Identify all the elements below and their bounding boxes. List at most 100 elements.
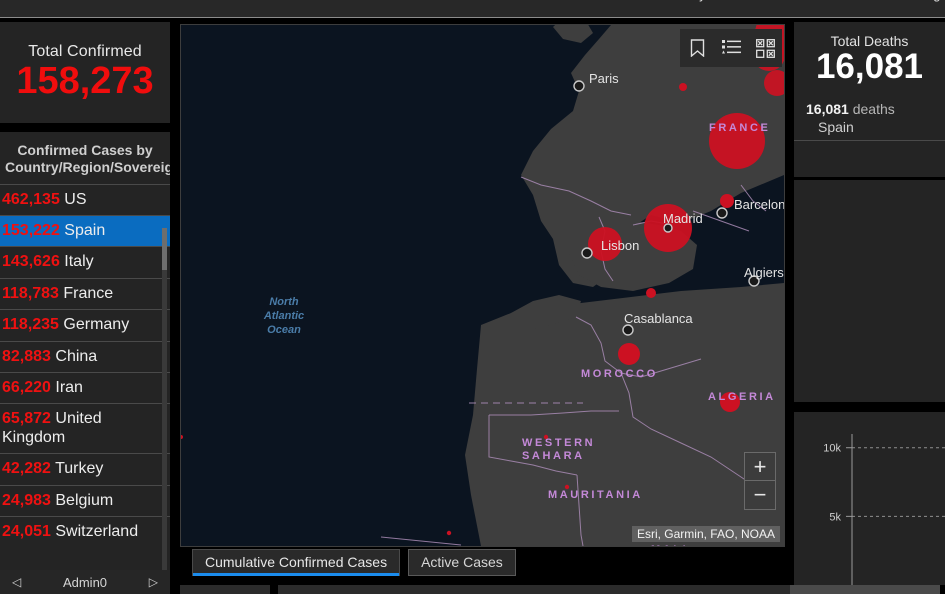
total-deaths-label: Total Deaths [830, 33, 909, 49]
country-list[interactable]: 462,135 US 153,222 Spain 143,626 Italy 118,… [0, 183, 170, 548]
country-case-count: 24,983 [2, 491, 51, 509]
confirmed-cases-list-panel: Confirmed Cases by Country/Region/Sovere… [0, 132, 170, 572]
deaths-trend-chart: 10k 5k [794, 412, 945, 585]
map-country-label: MOROCCO [581, 368, 658, 380]
total-deaths-detail: 16,081 deaths Spain [794, 86, 945, 136]
deaths-panel-divider [794, 140, 945, 141]
total-confirmed-panel: Total Confirmed 158,273 [0, 22, 170, 123]
map-ocean-label-line: North [269, 296, 299, 308]
topbar-divider [0, 17, 945, 18]
chart-y-tick-labels: 10k 5k [823, 443, 841, 524]
country-list-scrollbar-thumb[interactable] [162, 228, 167, 270]
map-country-label: WESTERN [522, 437, 595, 449]
map-zoom-controls[interactable]: + − [744, 452, 776, 510]
country-name: China [50, 347, 98, 365]
map-city-label: Algiers [744, 265, 784, 280]
country-name: France [58, 284, 114, 302]
chart-y-tick-label: 5k [829, 511, 841, 523]
country-list-item[interactable]: 118,783 France [0, 277, 170, 310]
map-country-label: FRANCE [709, 122, 770, 134]
map-city-label: Madrid [663, 211, 703, 226]
chart-y-tick-label: 10k [823, 443, 841, 455]
map-country-label: MAURITANIA [548, 489, 643, 501]
country-list-item[interactable]: 82,883 China [0, 340, 170, 372]
map-attribution: Esri, Garmin, FAO, NOAA [631, 526, 780, 542]
map-country-label: SAHARA [522, 450, 585, 462]
country-list-item[interactable]: 24,983 Belgium [0, 484, 170, 516]
right-panel-gap [794, 402, 945, 412]
country-case-count: 153,222 [2, 221, 60, 239]
map-ocean-label-line: Ocean [267, 324, 301, 336]
country-name: Spain [59, 221, 106, 239]
topbar-fragment-one: Cumulative [460, 0, 525, 2]
country-case-count: 118,235 [2, 316, 59, 334]
chart-gridlines [846, 447, 945, 517]
country-case-count: 82,883 [2, 347, 51, 365]
country-list-item[interactable]: 462,135 US [0, 183, 170, 215]
bookmark-icon[interactable] [684, 35, 710, 61]
country-list-item[interactable]: 24,051 Switzerland [0, 515, 170, 548]
zoom-out-button[interactable]: − [745, 481, 775, 509]
country-list-item[interactable]: 153,222 Spain [0, 214, 170, 247]
map-city-label: Lisbon [601, 238, 639, 253]
deaths-detail-region: Spain [818, 118, 854, 135]
country-name: Belgium [50, 491, 114, 509]
chart-canvas: 10k 5k [823, 434, 945, 585]
dashboard-root: COVID-19 Dashboard Cumulative Summary Se… [0, 0, 945, 594]
total-deaths-panel: Total Deaths 16,081 16,081 deaths Spain [794, 22, 945, 177]
topbar-fragment-title: COVID-19 Dashboard [8, 0, 135, 2]
confirmed-cases-list-title: Confirmed Cases by Country/Region/Sovere… [5, 142, 170, 175]
legend-list-icon[interactable] [718, 35, 744, 61]
topbar-fragment-three: Settings [900, 0, 945, 2]
triangle-right-icon[interactable]: ▷ [149, 575, 158, 589]
deaths-detail-word: deaths [852, 100, 895, 117]
country-list-item[interactable]: 66,220 Iran [0, 371, 170, 404]
topbar-fragment-two: Summary [650, 0, 706, 2]
country-name: Turkey [50, 460, 104, 478]
admin-level-label: Admin0 [62, 574, 108, 590]
map-city-label: Casablanca [624, 311, 693, 326]
country-name: Switzerland [50, 522, 139, 540]
country-list-scrollbar-track[interactable] [162, 228, 167, 572]
right-empty-panel [794, 180, 945, 410]
country-case-count: 65,872 [2, 410, 51, 428]
map-country-label: MALI [651, 544, 688, 546]
country-case-count: 118,783 [2, 284, 59, 302]
country-list-item[interactable]: 65,872 United Kingdom [0, 403, 170, 454]
country-case-count: 66,220 [2, 378, 51, 396]
country-name: US [59, 190, 87, 208]
admin-level-bar: ◁ Admin0 ▷ [0, 570, 170, 594]
country-name: Iran [50, 378, 83, 396]
map-city-label: Barcelona [734, 197, 784, 212]
total-confirmed-value: 158,273 [16, 60, 154, 103]
country-name: Italy [59, 253, 94, 271]
bottom-strip-left [180, 585, 270, 594]
total-confirmed-label: Total Confirmed [28, 43, 142, 61]
country-case-count: 143,626 [2, 253, 60, 271]
country-case-count: 42,282 [2, 460, 51, 478]
total-deaths-value: 16,081 [815, 47, 924, 86]
browser-top-bar: COVID-19 Dashboard Cumulative Summary Se… [0, 0, 945, 18]
map-canvas[interactable]: FRANCE MOROCCO ALGERIA WESTERNSAHARA MAURITA… [181, 25, 784, 546]
country-case-count: 462,135 [2, 190, 60, 208]
bottom-strip-center [278, 585, 798, 594]
deaths-detail-count: 16,081 [806, 100, 849, 117]
map-tab-bar[interactable]: Cumulative Confirmed Cases Active Cases [192, 549, 516, 576]
left-sidebar: Total Confirmed 158,273 Confirmed Cases … [0, 22, 170, 594]
expand-grid-icon[interactable] [752, 35, 778, 61]
map-view[interactable]: FRANCE MOROCCO ALGERIA WESTERN SAHARA MAURITA… [180, 24, 785, 547]
map-toolbar[interactable] [680, 29, 782, 67]
map-ocean-label-line: Atlantic [263, 310, 304, 322]
map-tab[interactable]: Cumulative Confirmed Cases [192, 549, 401, 576]
country-case-count: 24,051 [2, 522, 51, 540]
map-tab[interactable]: Active Cases [408, 549, 516, 576]
country-list-item[interactable]: 143,626 Italy [0, 246, 170, 278]
map-ocean-label: North Atlantic Ocean [263, 296, 304, 336]
zoom-in-button[interactable]: + [745, 453, 775, 481]
triangle-left-icon[interactable]: ◁ [12, 575, 21, 589]
country-list-item[interactable]: 118,235 Germany [0, 309, 170, 341]
map-country-label: ALGERIA [708, 391, 776, 403]
right-sidebar: Total Deaths 16,081 16,081 deaths Spain … [794, 22, 945, 594]
country-list-item[interactable]: 42,282 Turkey [0, 453, 170, 485]
country-name: Germany [58, 316, 130, 334]
